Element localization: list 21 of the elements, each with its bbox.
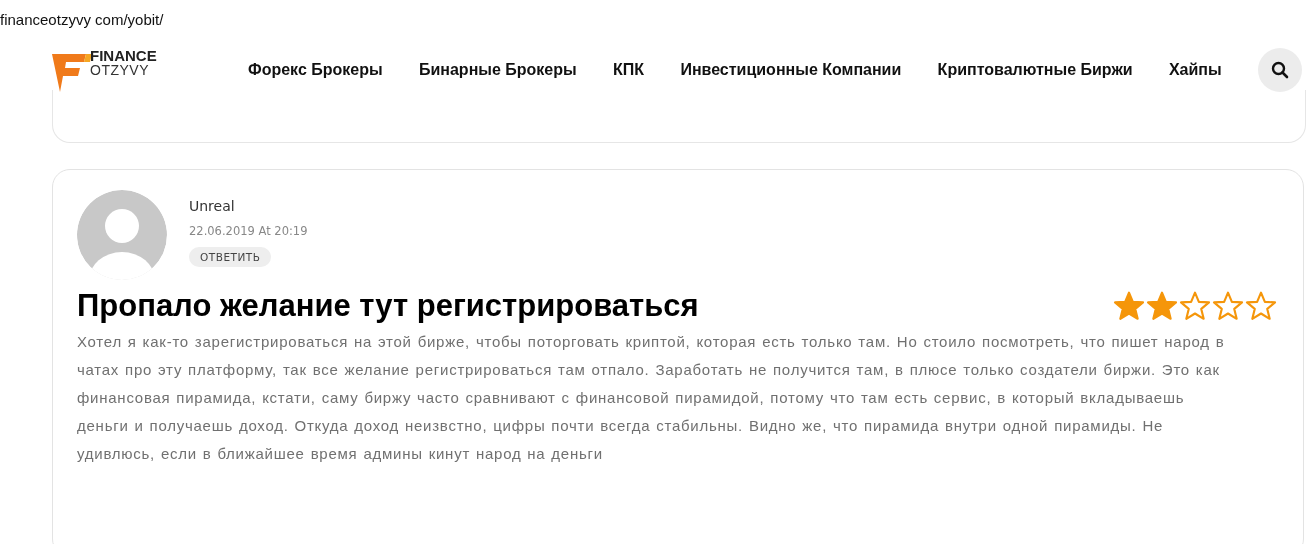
- nav-link[interactable]: Хайпы: [1168, 61, 1222, 79]
- nav-link[interactable]: Бинарные Брокеры: [418, 61, 577, 79]
- filled-star-icon: [1113, 290, 1145, 322]
- search-icon: [1271, 61, 1289, 79]
- review-title: Пропало желание тут регистрироваться: [77, 288, 699, 324]
- reply-button[interactable]: ОТВЕТИТЬ: [189, 247, 272, 267]
- nav-link[interactable]: Криптовалютные Биржи: [937, 61, 1133, 79]
- empty-star-icon: [1245, 290, 1277, 322]
- logo-text: OTZYVY: [90, 63, 150, 77]
- author-name: Unreal: [189, 198, 235, 214]
- page-url: financeotzyvy com/yobit/: [0, 10, 165, 28]
- comment-date: 22.06.2019 At 20:19: [189, 224, 308, 238]
- nav-link[interactable]: Инвестиционные Компании: [680, 61, 902, 79]
- logo-text: FINANCE: [90, 48, 157, 63]
- filled-star-icon: [1146, 290, 1178, 322]
- avatar-icon: [77, 190, 167, 280]
- search-button[interactable]: [1258, 48, 1302, 92]
- nav-link[interactable]: КПК: [613, 61, 645, 79]
- empty-star-icon: [1212, 290, 1244, 322]
- review-text: Хотел я как-то зарегистрироваться на этой бирже, чтобы поторговать криптой, которая есть только там. Но стоило посмотреть, что пишет народ в чатах про эту платформу, так все желание регистрироваться там отпало. Заработать не получится там, в плюсе только создатели биржи. Это как финансовая пирамида, кстати, саму биржу часто сравнивают с финансовой пирамидой, потому что там есть сервис, в который вкладываешь деньги и получаешь доход. Откуда доход неизвстно, цифры почти всегда стабильны. Видно же, что пирамида внутри одной пирамиды. Не удивлюсь, если в ближайшее время админы кинут народ на деньги: [77, 332, 1226, 464]
- nav-link[interactable]: Форекс Брокеры: [248, 61, 383, 79]
